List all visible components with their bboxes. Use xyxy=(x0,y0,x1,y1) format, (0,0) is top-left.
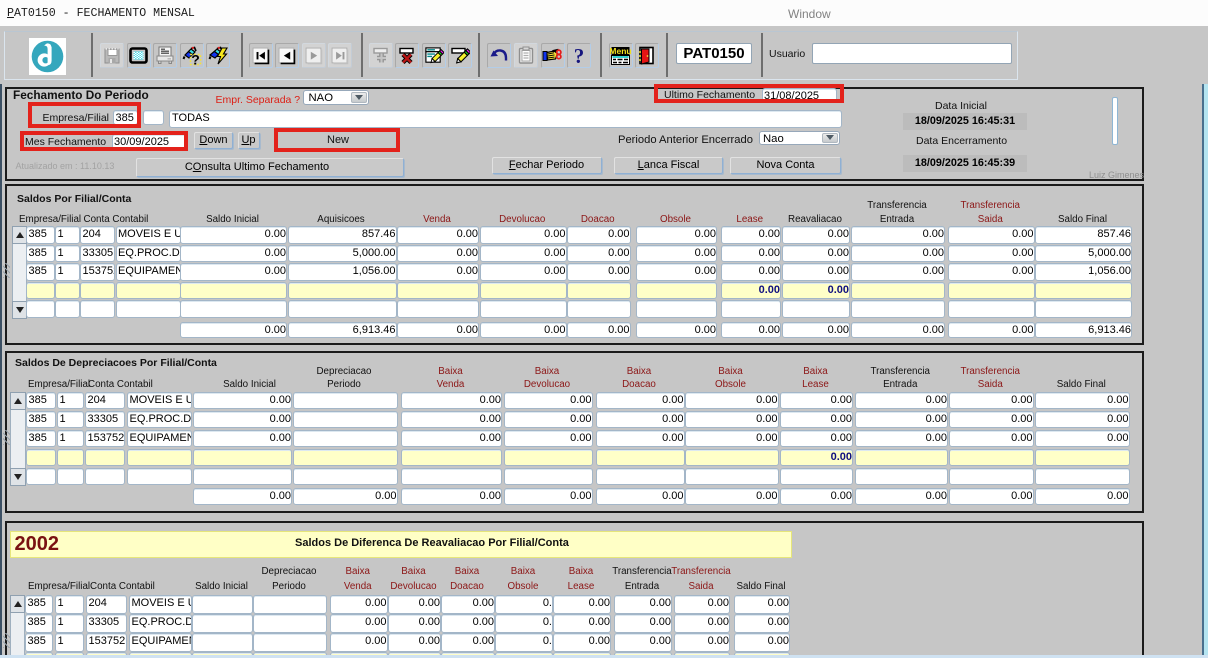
svg-text:?: ? xyxy=(191,51,200,66)
svg-text:Menu: Menu xyxy=(610,46,631,56)
svg-text:?: ? xyxy=(573,46,584,66)
